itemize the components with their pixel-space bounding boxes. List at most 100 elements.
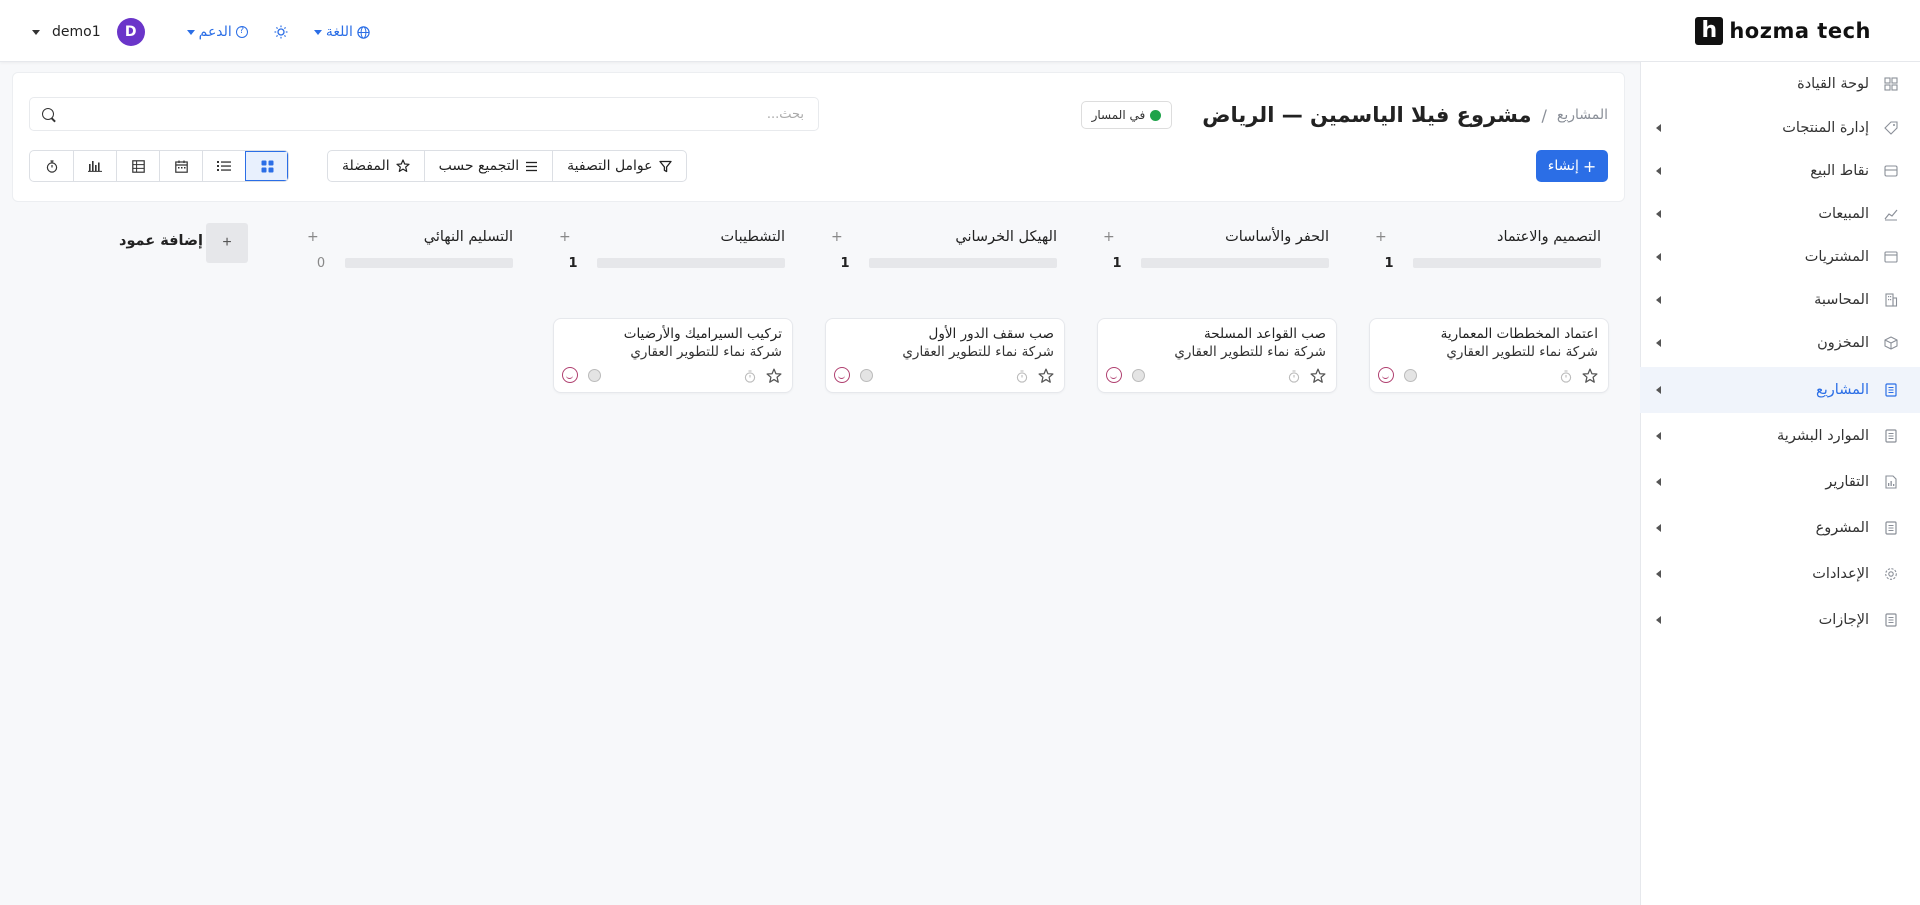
- column-quick-add-button[interactable]: +: [831, 229, 843, 245]
- stopwatch-icon[interactable]: [1288, 369, 1300, 383]
- status-badge[interactable]: في المسار: [1080, 101, 1173, 129]
- stopwatch-icon[interactable]: [744, 369, 756, 383]
- view-calendar-button[interactable]: [159, 151, 202, 181]
- help-icon: ?: [235, 26, 248, 38]
- kanban-card[interactable]: اعتماد المخططات المعمارية شركة نماء للتطو…: [1369, 318, 1609, 393]
- group-by-button[interactable]: التجميع حسب: [423, 151, 553, 181]
- sidebar-item-7[interactable]: المخزون: [1640, 323, 1920, 363]
- sidebar-item-label: نقاط البيع: [1810, 163, 1869, 179]
- sidebar-item-13[interactable]: الإجازات: [1640, 600, 1920, 640]
- view-list-button[interactable]: [202, 151, 245, 181]
- card-status-dot[interactable]: [1404, 369, 1417, 382]
- star-icon[interactable]: [1310, 368, 1326, 384]
- stopwatch-icon[interactable]: [1016, 369, 1028, 383]
- status-label: في المسار: [1091, 108, 1146, 122]
- column-count: 0: [316, 255, 326, 271]
- language-label: اللغة: [325, 24, 353, 40]
- favorites-button[interactable]: المفضلة: [328, 151, 424, 181]
- column-title: التشطيبات: [720, 229, 785, 245]
- sidebar-item-4[interactable]: المبيعات: [1640, 194, 1920, 234]
- breadcrumb-separator: /: [1541, 105, 1547, 125]
- column-header[interactable]: التسليم النهائي +: [301, 222, 521, 252]
- caret-left-icon[interactable]: [1656, 296, 1661, 304]
- star-icon[interactable]: [766, 368, 782, 384]
- sidebar-item-6[interactable]: المحاسبة: [1640, 280, 1920, 320]
- column-progress-row: 0: [301, 252, 521, 274]
- sidebar-item-3[interactable]: نقاط البيع: [1640, 151, 1920, 191]
- add-column-label[interactable]: إضافة عمود: [119, 233, 203, 249]
- chart-line-icon: [1883, 206, 1899, 222]
- column-header[interactable]: التشطيبات +: [553, 222, 793, 252]
- view-activity-button[interactable]: [30, 151, 73, 181]
- document-icon: [1883, 428, 1899, 444]
- add-column-button[interactable]: +: [206, 223, 248, 263]
- assignee-avatar-icon[interactable]: [1378, 367, 1394, 383]
- card-title: صب سقف الدور الأول: [928, 326, 1054, 342]
- column-header[interactable]: التصميم والاعتماد +: [1369, 222, 1609, 252]
- caret-left-icon[interactable]: [1656, 524, 1661, 532]
- sidebar-item-12[interactable]: الإعدادات: [1640, 554, 1920, 594]
- brand-logo[interactable]: h hozma tech: [1695, 16, 1871, 46]
- column-quick-add-button[interactable]: +: [307, 229, 319, 245]
- group-by-label: التجميع حسب: [438, 158, 520, 174]
- sidebar-item-1[interactable]: لوحة القيادة: [1640, 64, 1920, 104]
- column-quick-add-button[interactable]: +: [1375, 229, 1387, 245]
- column-header[interactable]: الهيكل الخرساني +: [825, 222, 1065, 252]
- top-navbar: h hozma tech demo1 D الدعم ? اللغة: [0, 0, 1920, 62]
- kanban-column: الحفر والأساسات +1: [1097, 222, 1337, 274]
- sidebar-item-2[interactable]: إدارة المنتجات: [1640, 108, 1920, 148]
- assignee-avatar-icon[interactable]: [562, 367, 578, 383]
- view-pivot-button[interactable]: [116, 151, 159, 181]
- user-menu[interactable]: demo1 D: [32, 18, 145, 46]
- support-label: الدعم: [198, 24, 232, 40]
- chevron-down-icon: [186, 29, 195, 35]
- caret-left-icon[interactable]: [1656, 432, 1661, 440]
- card-customer: شركة نماء للتطوير العقاري: [1174, 344, 1326, 360]
- kanban-card[interactable]: صب سقف الدور الأول شركة نماء للتطوير العق…: [825, 318, 1065, 393]
- card-status-dot[interactable]: [1132, 369, 1145, 382]
- dashboard-icon: [1883, 76, 1899, 92]
- filters-button[interactable]: عوامل التصفية: [552, 151, 685, 181]
- sidebar-item-5[interactable]: المشتريات: [1640, 237, 1920, 277]
- document-icon: [1883, 520, 1899, 536]
- caret-left-icon[interactable]: [1656, 386, 1661, 394]
- star-icon[interactable]: [1582, 368, 1598, 384]
- assignee-avatar-icon[interactable]: [834, 367, 850, 383]
- caret-left-icon[interactable]: [1656, 339, 1661, 347]
- card-status-dot[interactable]: [588, 369, 601, 382]
- column-count: 1: [840, 255, 850, 271]
- caret-left-icon[interactable]: [1656, 210, 1661, 218]
- sidebar-item-11[interactable]: المشروع: [1640, 508, 1920, 548]
- card-status-dot[interactable]: [860, 369, 873, 382]
- star-icon[interactable]: [1038, 368, 1054, 384]
- search-input[interactable]: [44, 106, 804, 122]
- sidebar-item-9[interactable]: الموارد البشرية: [1640, 416, 1920, 456]
- caret-left-icon[interactable]: [1656, 616, 1661, 624]
- breadcrumb-projects-link[interactable]: المشاريع: [1557, 107, 1608, 123]
- support-menu[interactable]: الدعم ?: [186, 24, 248, 40]
- column-header[interactable]: الحفر والأساسات +: [1097, 222, 1337, 252]
- caret-left-icon[interactable]: [1656, 478, 1661, 486]
- caret-left-icon[interactable]: [1656, 124, 1661, 132]
- search-icon[interactable]: [42, 108, 54, 120]
- caret-left-icon[interactable]: [1656, 253, 1661, 261]
- kanban-card[interactable]: تركيب السيراميك والأرضيات شركة نماء للتطو…: [553, 318, 793, 393]
- sidebar-item-10[interactable]: التقارير: [1640, 462, 1920, 502]
- globe-icon: [357, 25, 370, 39]
- sidebar-item-8[interactable]: المشاريع: [1640, 367, 1920, 413]
- view-graph-button[interactable]: [73, 151, 116, 181]
- theme-toggle[interactable]: [274, 25, 288, 39]
- list-icon: [217, 161, 231, 171]
- assignee-avatar-icon[interactable]: [1106, 367, 1122, 383]
- bar-chart-icon: [88, 161, 102, 172]
- view-kanban-button[interactable]: [245, 151, 288, 181]
- stopwatch-icon[interactable]: [1560, 369, 1572, 383]
- sidebar-item-label: المشتريات: [1804, 249, 1869, 265]
- column-quick-add-button[interactable]: +: [1103, 229, 1115, 245]
- caret-left-icon[interactable]: [1656, 570, 1661, 578]
- kanban-card[interactable]: صب القواعد المسلحة شركة نماء للتطوير العق…: [1097, 318, 1337, 393]
- create-button[interactable]: + إنشاء: [1536, 150, 1608, 182]
- language-menu[interactable]: اللغة: [313, 24, 370, 40]
- column-quick-add-button[interactable]: +: [559, 229, 571, 245]
- caret-left-icon[interactable]: [1656, 167, 1661, 175]
